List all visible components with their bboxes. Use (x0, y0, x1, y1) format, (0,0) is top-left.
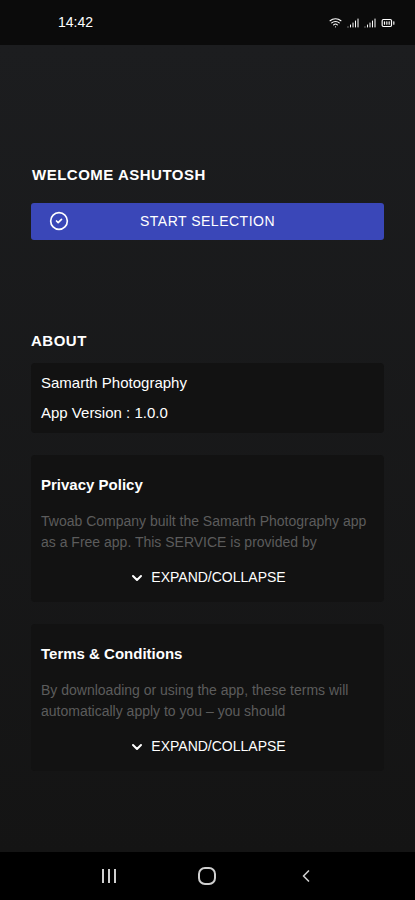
card-title: Terms & Conditions (41, 644, 374, 664)
signal-icon (347, 17, 359, 29)
main-content: WELCOME ASHUTOSH START SELECTION ABOUT Sama… (0, 45, 415, 852)
signal-2-icon (364, 17, 376, 29)
expand-collapse-button[interactable]: EXPAND/COLLAPSE (123, 563, 291, 592)
sections-list: Privacy Policy Twoab Company built the Sa… (31, 455, 384, 771)
home-icon[interactable] (197, 866, 217, 886)
status-icons (329, 16, 395, 30)
wifi-icon (329, 16, 342, 29)
start-selection-label: START SELECTION (140, 211, 275, 232)
back-icon[interactable] (296, 866, 316, 886)
start-selection-button[interactable]: START SELECTION (31, 203, 384, 240)
status-bar: 14:42 (0, 0, 415, 45)
chevron-down-icon (129, 570, 145, 586)
policy-card: Terms & Conditions By downloading or usin… (31, 624, 384, 771)
card-preview: Twoab Company built the Samarth Photogra… (41, 511, 374, 553)
expand-collapse-label: EXPAND/COLLAPSE (151, 736, 285, 757)
recent-apps-icon[interactable] (100, 868, 118, 884)
navigation-bar (0, 852, 415, 900)
app-version: App Version : 1.0.0 (41, 403, 374, 423)
chevron-down-icon (129, 739, 145, 755)
status-time: 14:42 (58, 12, 93, 33)
welcome-heading: WELCOME ASHUTOSH (32, 165, 384, 185)
app-screen: 14:42 WELCOME ASHUTOSH START SELECTION ABOU… (0, 0, 415, 900)
app-name: Samarth Photography (41, 373, 374, 393)
about-heading: ABOUT (31, 331, 384, 351)
card-title: Privacy Policy (41, 475, 374, 495)
app-info-card: Samarth Photography App Version : 1.0.0 (31, 363, 384, 433)
card-preview: By downloading or using the app, these t… (41, 680, 374, 722)
check-circle-icon (49, 211, 69, 231)
expand-collapse-label: EXPAND/COLLAPSE (151, 567, 285, 588)
expand-collapse-button[interactable]: EXPAND/COLLAPSE (123, 732, 291, 761)
policy-card: Privacy Policy Twoab Company built the Sa… (31, 455, 384, 602)
battery-icon (381, 16, 395, 30)
